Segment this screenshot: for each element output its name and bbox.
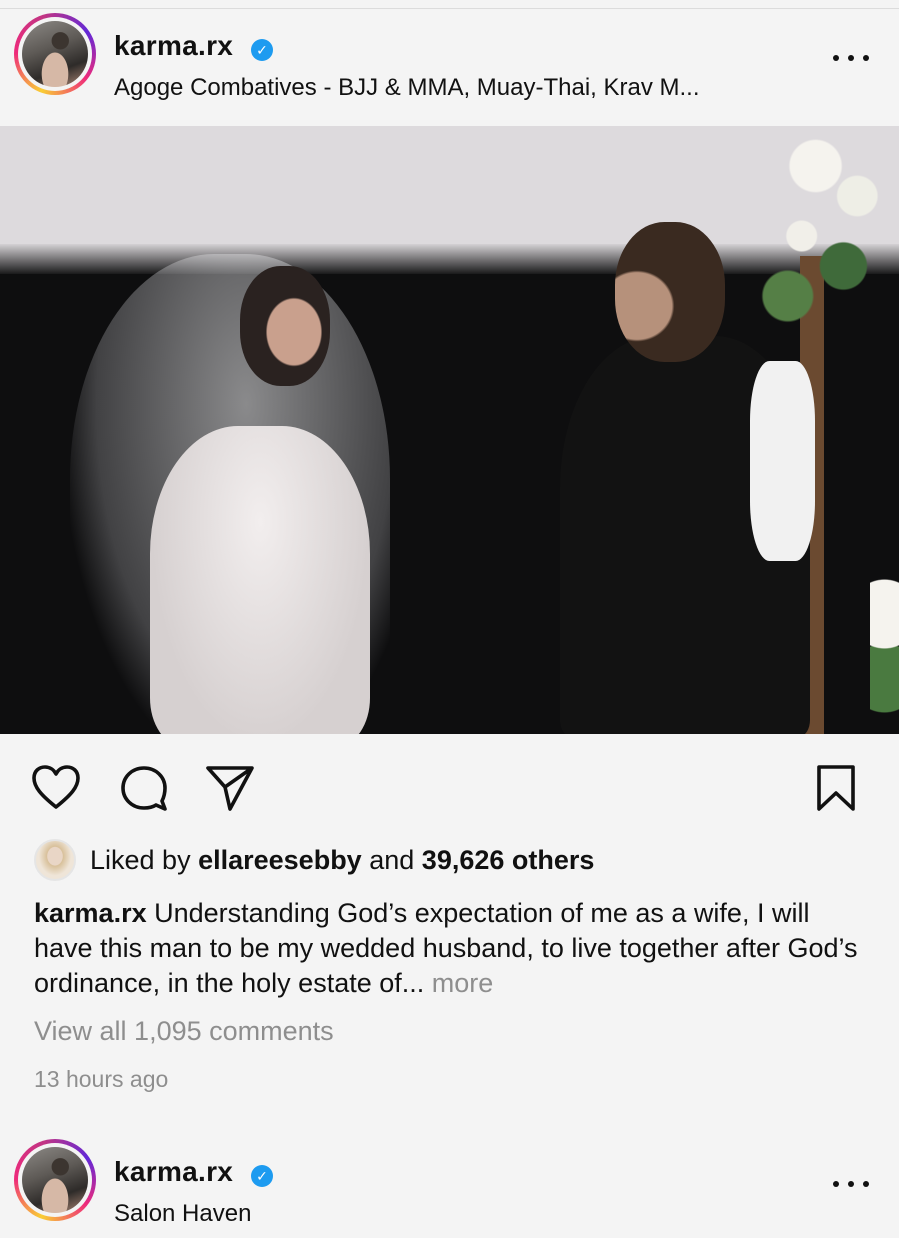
send-paper-plane-icon (206, 766, 254, 811)
like-button[interactable] (28, 760, 84, 816)
view-all-comments-link[interactable]: View all 1,095 comments (34, 1016, 334, 1047)
post-location[interactable]: Agoge Combatives - BJJ & MMA, Muay-Thai,… (114, 74, 700, 102)
post-image[interactable] (0, 126, 899, 734)
post-caption: karma.rx Understanding God’s expectation… (34, 896, 874, 1001)
likes-summary[interactable]: Liked by ellareesebby and 39,626 others (34, 838, 594, 882)
more-options-icon[interactable] (833, 1174, 869, 1194)
liked-by-username[interactable]: ellareesebby (198, 845, 362, 875)
post-location[interactable]: Salon Haven (114, 1200, 251, 1228)
heart-icon (32, 765, 80, 809)
story-avatar-ring[interactable] (14, 13, 96, 95)
avatar (22, 1147, 88, 1213)
comment-button[interactable] (116, 760, 172, 816)
save-button[interactable] (808, 760, 864, 816)
avatar (22, 21, 88, 87)
verified-badge-icon: ✓ (251, 39, 273, 61)
post-username[interactable]: karma.rx (114, 30, 233, 62)
story-avatar-ring[interactable] (14, 1139, 96, 1221)
comment-bubble-icon (121, 766, 167, 811)
post-header: karma.rx ✓ Agoge Combatives - BJJ & MMA,… (0, 0, 899, 110)
liked-and-label: and (369, 844, 415, 875)
liked-by-label: Liked by (90, 844, 191, 875)
liker-avatar (34, 839, 76, 881)
caption-username[interactable]: karma.rx (34, 898, 147, 928)
liked-others-count[interactable]: 39,626 others (422, 845, 595, 875)
caption-more-link[interactable]: more (432, 968, 494, 998)
bookmark-icon (817, 765, 855, 811)
more-options-icon[interactable] (833, 48, 869, 68)
post-username[interactable]: karma.rx (114, 1156, 233, 1188)
verified-badge-icon: ✓ (251, 1165, 273, 1187)
post-actions (0, 760, 899, 816)
share-button[interactable] (202, 760, 258, 816)
post-header: karma.rx ✓ Salon Haven (0, 1126, 899, 1236)
post-timestamp: 13 hours ago (34, 1066, 169, 1092)
